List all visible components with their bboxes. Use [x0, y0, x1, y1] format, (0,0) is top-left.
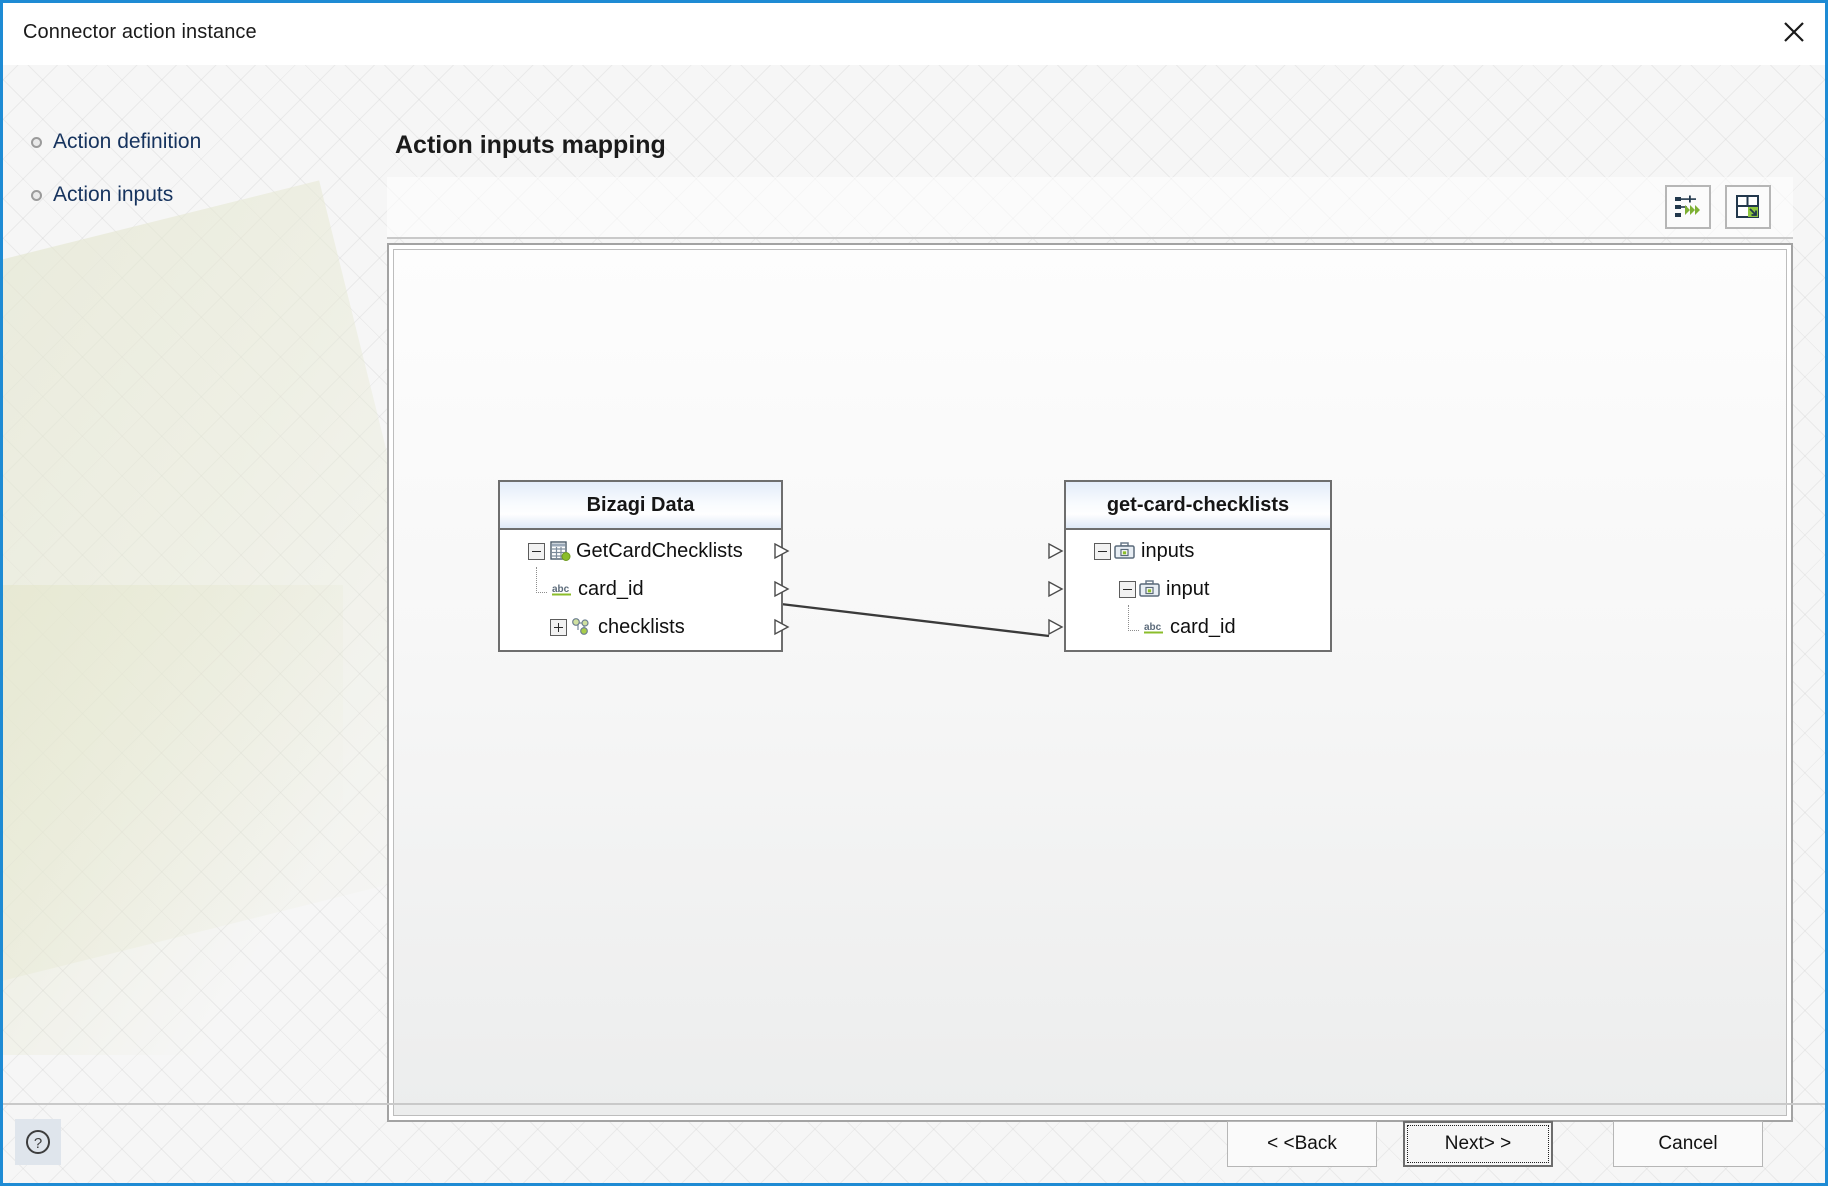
source-port-card-id[interactable]: [773, 580, 790, 598]
sidebar-item-action-inputs[interactable]: Action inputs: [31, 178, 321, 212]
svg-text:abc: abc: [552, 584, 570, 595]
port-arrow-icon: [773, 580, 790, 598]
auto-map-button[interactable]: [1665, 185, 1711, 229]
source-port-checklists[interactable]: [773, 618, 790, 636]
auto-map-icon: [1674, 194, 1702, 220]
dialog-body: Action definition Action inputs Action i…: [3, 65, 1825, 1186]
connection-layer: [394, 250, 1786, 1115]
tree-connector: [1124, 619, 1142, 636]
wizard-step-nav: Action definition Action inputs: [31, 125, 321, 231]
port-arrow-icon: [1047, 542, 1064, 560]
tree-row-input[interactable]: input: [1066, 570, 1330, 608]
target-port-card-id[interactable]: [1047, 618, 1064, 636]
source-node-title: Bizagi Data: [587, 494, 695, 517]
target-node-header: get-card-checklists: [1066, 482, 1330, 530]
row-label: GetCardChecklists: [576, 540, 743, 563]
briefcase-icon: [1114, 541, 1136, 561]
source-node-bizagi-data[interactable]: Bizagi Data: [498, 480, 783, 652]
briefcase-icon: [1139, 579, 1161, 599]
radio-bullet-icon: [31, 190, 42, 201]
target-node-title: get-card-checklists: [1107, 494, 1289, 517]
row-label: inputs: [1141, 540, 1194, 563]
tree-row-card-id[interactable]: abc card_id: [1066, 608, 1330, 646]
row-label: card_id: [1170, 616, 1236, 639]
tree-row-checklists[interactable]: checklists: [500, 608, 781, 646]
tree-row-card-id[interactable]: abc card_id: [500, 570, 781, 608]
port-arrow-icon: [773, 542, 790, 560]
fit-layout-icon: [1734, 194, 1762, 220]
row-label: checklists: [598, 616, 685, 639]
cancel-button[interactable]: Cancel: [1613, 1121, 1763, 1167]
sidebar-item-action-definition[interactable]: Action definition: [31, 125, 321, 159]
next-button-label: Next> >: [1445, 1133, 1512, 1155]
collapse-expander-icon[interactable]: [1094, 543, 1111, 560]
help-question-icon: ?: [23, 1127, 53, 1157]
layout-button[interactable]: [1725, 185, 1771, 229]
help-button[interactable]: ?: [15, 1119, 61, 1165]
tree-row-inputs[interactable]: inputs: [1066, 532, 1330, 570]
window-title: Connector action instance: [23, 21, 257, 44]
port-arrow-icon: [1047, 580, 1064, 598]
page-title: Action inputs mapping: [395, 131, 666, 160]
source-port-getcardchecklists[interactable]: [773, 542, 790, 560]
sidebar-item-label: Action definition: [53, 130, 201, 154]
close-icon: [1781, 19, 1807, 45]
expand-expander-icon[interactable]: [550, 619, 567, 636]
source-node-header: Bizagi Data: [500, 482, 781, 530]
dialog-footer: ? < <Back Next> > Cancel: [3, 1103, 1825, 1186]
port-arrow-icon: [773, 618, 790, 636]
mapping-canvas[interactable]: Bizagi Data: [393, 249, 1787, 1116]
back-button[interactable]: < <Back: [1227, 1121, 1377, 1167]
mapping-canvas-frame: Bizagi Data: [387, 243, 1793, 1122]
mapping-toolbar: [387, 177, 1793, 239]
target-node-rows: inputs input: [1066, 530, 1330, 650]
dialog-window: Connector action instance Action definit…: [0, 0, 1828, 1186]
close-button[interactable]: [1763, 3, 1825, 61]
port-arrow-icon: [1047, 618, 1064, 636]
sidebar-item-label: Action inputs: [53, 183, 173, 207]
target-node-get-card-checklists[interactable]: get-card-checklists: [1064, 480, 1332, 652]
collection-icon: [571, 617, 593, 637]
tree-connector: [532, 581, 550, 598]
radio-bullet-icon: [31, 137, 42, 148]
mapping-panel: Bizagi Data: [387, 177, 1793, 1122]
entity-table-icon: [550, 541, 571, 561]
collapse-expander-icon[interactable]: [528, 543, 545, 560]
row-label: card_id: [578, 578, 644, 601]
svg-text:abc: abc: [1144, 622, 1162, 633]
collapse-expander-icon[interactable]: [1119, 581, 1136, 598]
row-label: input: [1166, 578, 1209, 601]
target-port-inputs[interactable]: [1047, 542, 1064, 560]
next-button[interactable]: Next> >: [1403, 1121, 1553, 1167]
target-port-input[interactable]: [1047, 580, 1064, 598]
title-bar: Connector action instance: [3, 3, 1825, 65]
source-node-rows: GetCardChecklists abc card_id: [500, 530, 781, 650]
background-watermark-secondary: [3, 585, 343, 1055]
abc-string-icon: abc: [1143, 619, 1165, 635]
tree-row-getcardchecklists[interactable]: GetCardChecklists: [500, 532, 781, 570]
abc-string-icon: abc: [551, 581, 573, 597]
svg-text:?: ?: [34, 1135, 42, 1152]
